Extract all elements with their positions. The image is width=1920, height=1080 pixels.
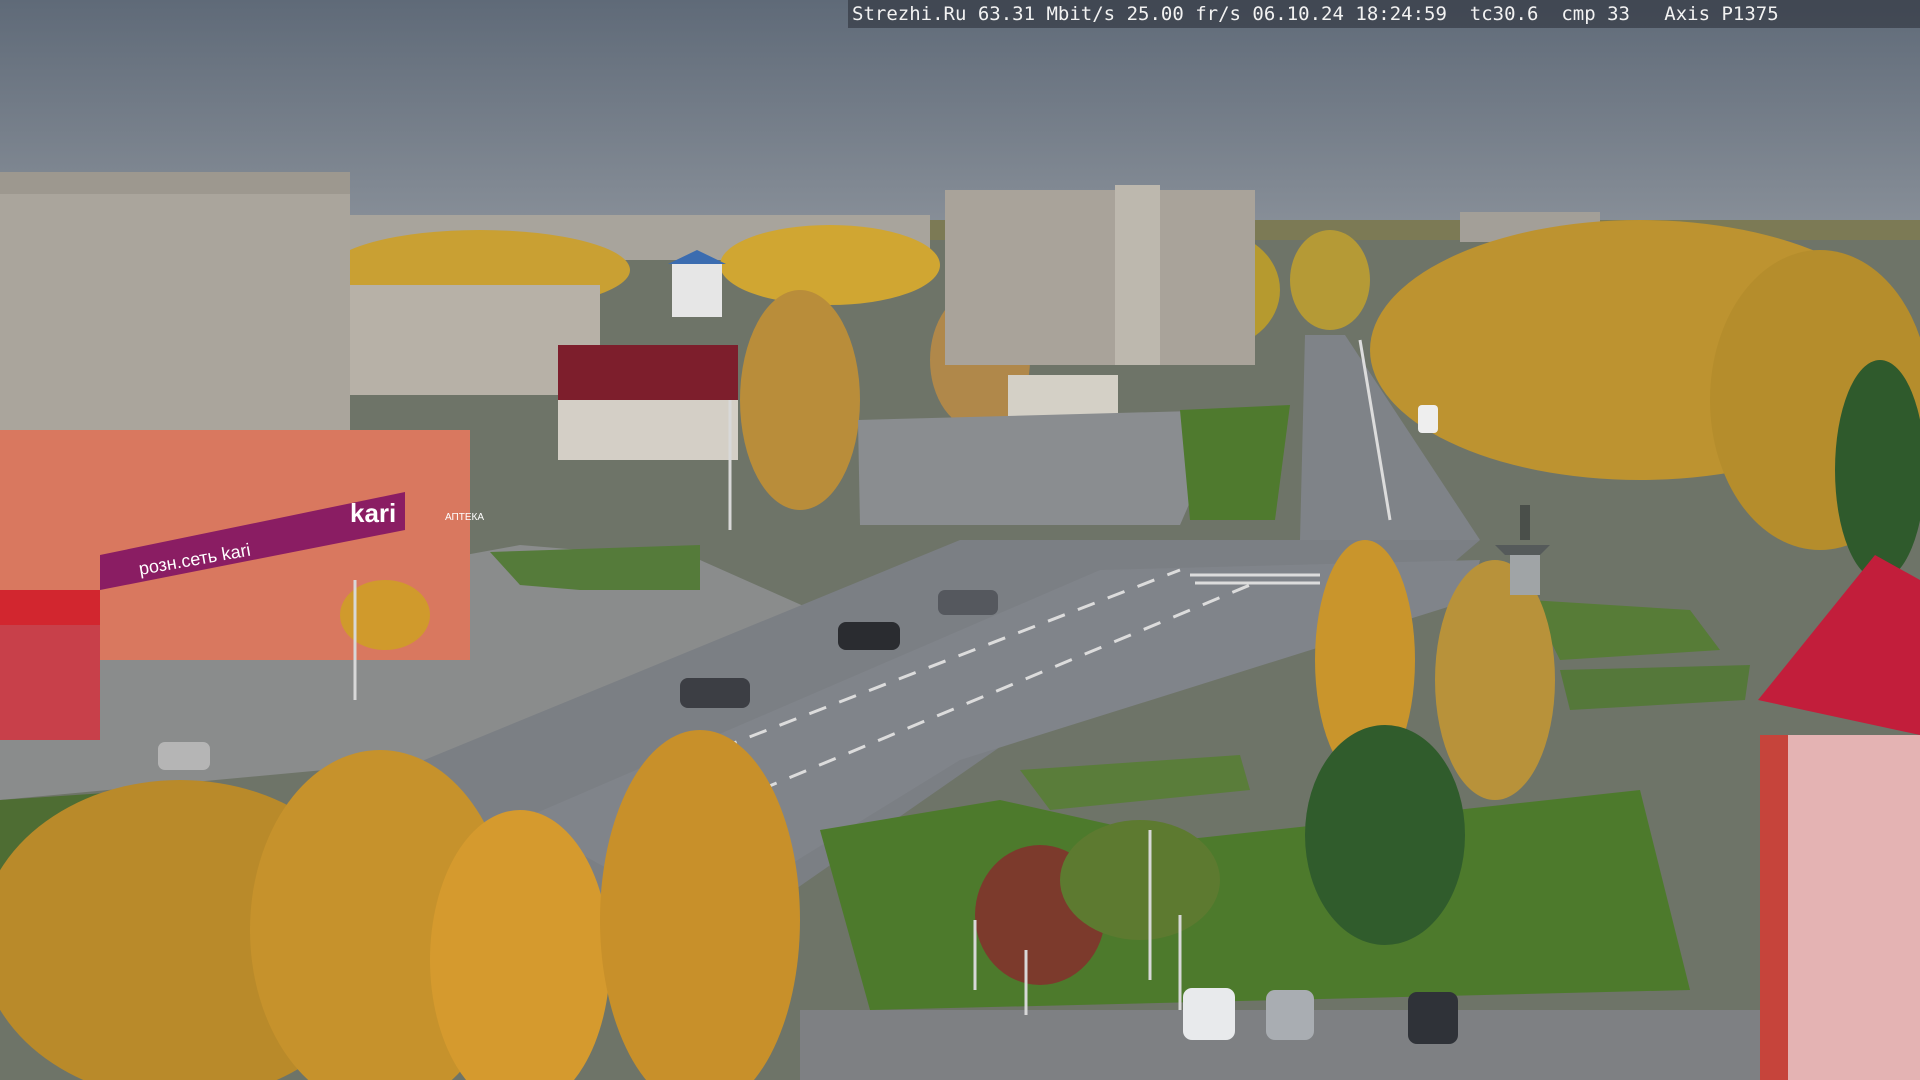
time: 18:24:59 xyxy=(1355,3,1447,25)
kari-store-logo: kari xyxy=(350,498,396,528)
site-label: Strezhi.Ru xyxy=(852,3,967,25)
bitrate: 63.31 Mbit/s xyxy=(977,3,1116,25)
framerate: 25.00 fr/s xyxy=(1126,3,1241,25)
pharmacy-sign: АПТЕКА xyxy=(445,512,484,523)
tc-value: tc30.6 xyxy=(1469,3,1539,25)
camera-model: Axis P1375 xyxy=(1664,3,1779,25)
apartment-tower-center xyxy=(945,185,1255,365)
date: 06.10.24 xyxy=(1252,3,1344,25)
camera-info-overlay: Strezhi.Ru 63.31 Mbit/s 25.00 fr/s 06.10… xyxy=(848,0,1920,28)
cmp-value: cmp 33 xyxy=(1561,3,1630,25)
camera-scene: kari розн.сеть kari АПТЕКА xyxy=(0,0,1920,1080)
